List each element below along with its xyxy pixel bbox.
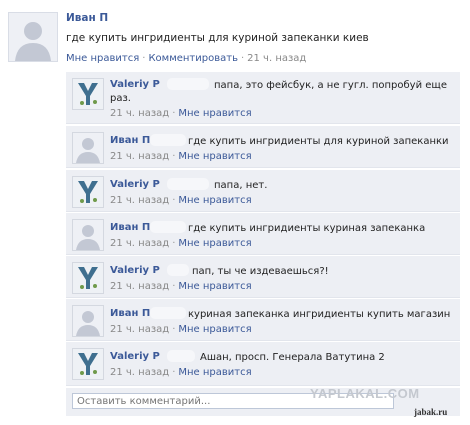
comment-item: Valeriy P папа, это фейсбук, а не гугл. … — [66, 72, 460, 124]
comment-avatar[interactable] — [72, 305, 104, 337]
comment-avatar[interactable] — [72, 78, 104, 110]
comment-item: Valeriy P пап, ты че издеваешься?! 21 ч.… — [66, 256, 460, 298]
post-actions: Мне нравится · Комментировать · 21 ч. назад — [66, 53, 306, 64]
post-comment-link[interactable]: Комментировать — [148, 53, 238, 64]
separator: · — [172, 367, 176, 378]
comment-like-link[interactable]: Мне нравится — [178, 195, 251, 206]
comment-meta: 21 ч. назад · Мне нравится — [110, 238, 252, 249]
person-silhouette-icon — [9, 13, 57, 61]
y-logo-icon — [73, 177, 103, 207]
comment-item: Valeriy P папа, нет. 21 ч. назад · Мне нра… — [66, 170, 460, 212]
post-timestamp: 21 ч. назад — [247, 53, 307, 64]
comment-timestamp: 21 ч. назад — [110, 324, 170, 335]
comment-text: где купить ингридиенты для куриной запек… — [188, 136, 449, 147]
comment-meta: 21 ч. назад · Мне нравится — [110, 108, 252, 119]
comment-meta: 21 ч. назад · Мне нравится — [110, 324, 252, 335]
comment-timestamp: 21 ч. назад — [110, 108, 170, 119]
comment-text-continued: раз. — [110, 93, 131, 104]
comment-meta: 21 ч. назад · Мне нравится — [110, 281, 252, 292]
comment-like-link[interactable]: Мне нравится — [178, 281, 251, 292]
comment-item: Иван П где купить ингридиенты для курино… — [66, 126, 460, 168]
comment-author[interactable]: Иван П — [110, 308, 150, 319]
comment-timestamp: 21 ч. назад — [110, 195, 170, 206]
post-author-name[interactable]: Иван П — [66, 12, 108, 24]
comment-like-link[interactable]: Мне нравится — [178, 238, 251, 249]
comment-avatar[interactable] — [72, 262, 104, 294]
redacted-surname — [150, 221, 186, 233]
comment-timestamp: 21 ч. назад — [110, 367, 170, 378]
comment-timestamp: 21 ч. назад — [110, 281, 170, 292]
y-logo-icon — [73, 263, 103, 293]
separator: · — [172, 324, 176, 335]
comment-text: где купить ингридиенты куриная запеканка — [188, 223, 426, 234]
comment-author[interactable]: Valeriy P — [110, 265, 160, 276]
y-logo-icon — [73, 349, 103, 379]
post-author-avatar[interactable] — [8, 12, 58, 62]
comment-avatar[interactable] — [72, 132, 104, 164]
comment-text: папа, нет. — [214, 180, 268, 191]
comment-like-link[interactable]: Мне нравится — [178, 108, 251, 119]
comment-author[interactable]: Valeriy P — [110, 179, 160, 190]
comment-like-link[interactable]: Мне нравится — [178, 324, 251, 335]
comment-item: Иван П где купить ингридиенты куриная за… — [66, 213, 460, 255]
comment-item: Иван П куриная запеканка ингридиенты куп… — [66, 299, 460, 341]
post-like-link[interactable]: Мне нравится — [66, 53, 139, 64]
comment-avatar[interactable] — [72, 219, 104, 251]
comment-text: Ашан, просп. Генерала Ватутина 2 — [200, 352, 385, 363]
redacted-surname — [167, 178, 209, 190]
comment-item: Valeriy P Ашан, просп. Генерала Ватутина… — [66, 342, 460, 386]
redacted-surname — [167, 350, 195, 362]
separator: · — [172, 151, 176, 162]
comment-author[interactable]: Иван П — [110, 222, 150, 233]
comment-text: папа, это фейсбук, а не гугл. попробуй е… — [214, 80, 447, 91]
comment-avatar[interactable] — [72, 176, 104, 208]
redacted-surname — [167, 78, 209, 90]
separator: · — [172, 238, 176, 249]
comment-text: куриная запеканка ингридиенты купить маг… — [188, 309, 451, 320]
comment-avatar[interactable] — [72, 348, 104, 380]
comment-meta: 21 ч. назад · Мне нравится — [110, 367, 252, 378]
comment-like-link[interactable]: Мне нравится — [178, 367, 251, 378]
comment-like-link[interactable]: Мне нравится — [178, 151, 251, 162]
redacted-surname — [150, 307, 186, 319]
separator: · — [172, 281, 176, 292]
redacted-surname — [150, 134, 186, 146]
person-silhouette-icon — [73, 306, 103, 336]
comment-meta: 21 ч. назад · Мне нравится — [110, 195, 252, 206]
person-silhouette-icon — [73, 133, 103, 163]
person-silhouette-icon — [73, 220, 103, 250]
comment-timestamp: 21 ч. назад — [110, 151, 170, 162]
watermark-small: jabak.ru — [414, 407, 448, 417]
comment-timestamp: 21 ч. назад — [110, 238, 170, 249]
separator: · — [240, 53, 245, 64]
separator: · — [172, 195, 176, 206]
watermark: YAPLAKAL.COM — [310, 386, 420, 401]
comment-author[interactable]: Иван П — [110, 135, 150, 146]
redacted-surname — [167, 264, 189, 276]
separator: · — [172, 108, 176, 119]
post-text: где купить ингридиенты для куриной запек… — [66, 32, 369, 44]
comment-meta: 21 ч. назад · Мне нравится — [110, 151, 252, 162]
comment-text: пап, ты че издеваешься?! — [192, 266, 329, 277]
comment-author[interactable]: Valeriy P — [110, 79, 160, 90]
y-logo-icon — [73, 79, 103, 109]
comment-author[interactable]: Valeriy P — [110, 351, 160, 362]
